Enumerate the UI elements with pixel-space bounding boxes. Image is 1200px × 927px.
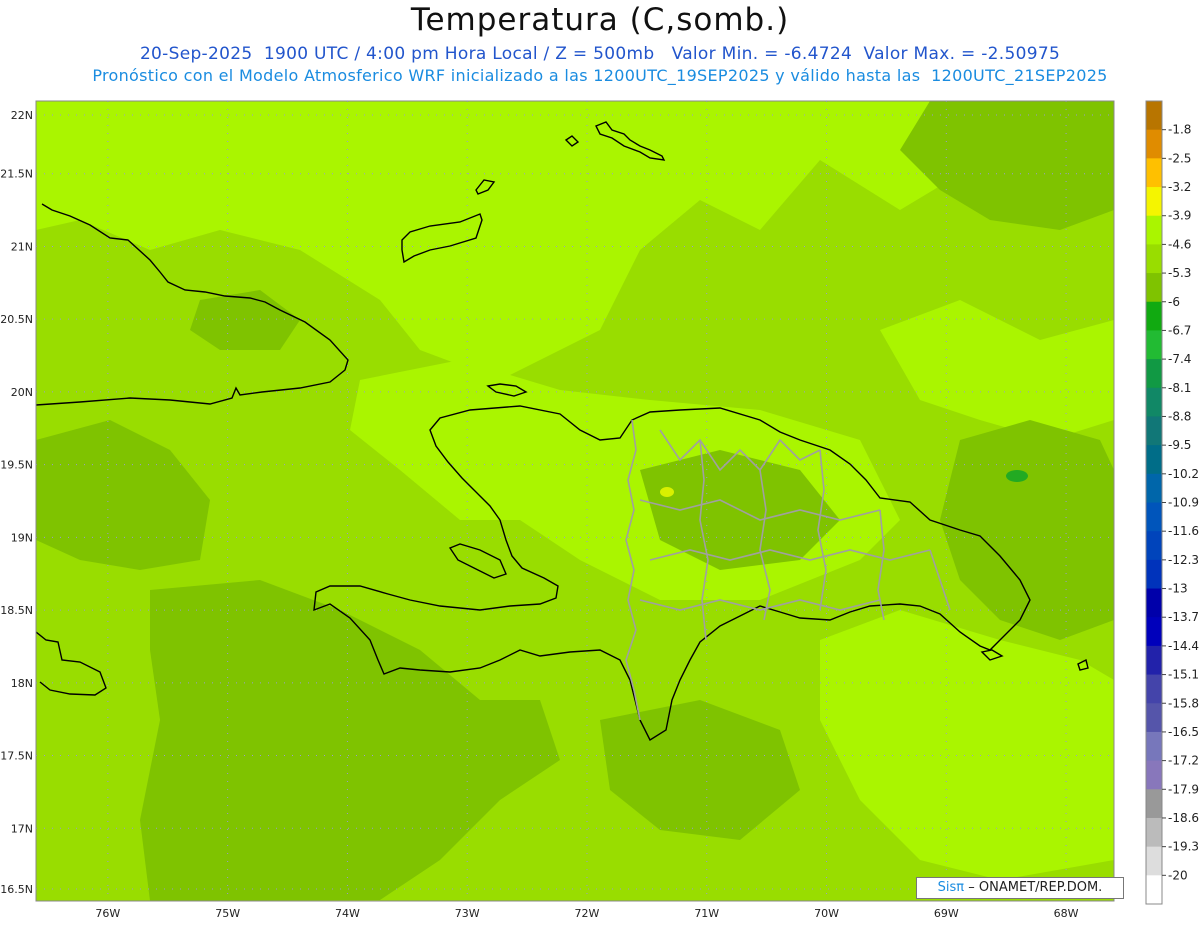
credit-box: Sisπ – ONAMET/REP.DOM. <box>916 877 1124 899</box>
lat-tick-label: 21N <box>11 240 33 253</box>
lat-tick-label: 17.5N <box>0 750 33 763</box>
colorbar-label: -13.7 <box>1168 610 1199 624</box>
lon-tick-label: 71W <box>694 907 719 920</box>
lon-tick-label: 75W <box>215 907 240 920</box>
colorbar-swatch <box>1146 187 1162 217</box>
colorbar-swatch <box>1146 359 1162 389</box>
lat-tick-label: 20N <box>11 386 33 399</box>
colorbar-label: -8.8 <box>1168 409 1191 423</box>
lat-tick-label: 18N <box>11 677 33 690</box>
colorbar-label: -5.3 <box>1168 266 1191 280</box>
lat-tick-label: 20.5N <box>0 313 33 326</box>
colorbar-label: -19.3 <box>1168 840 1199 854</box>
colorbar-label: -12.3 <box>1168 553 1199 567</box>
lat-tick-label: 21.5N <box>0 168 33 181</box>
colorbar-label: -7.4 <box>1168 352 1191 366</box>
colorbar-swatch <box>1146 731 1162 762</box>
colorbar-label: -20 <box>1168 868 1188 882</box>
colorbar-swatch <box>1146 215 1162 245</box>
lon-tick-label: 76W <box>95 907 120 920</box>
colorbar-label: -18.6 <box>1168 811 1199 825</box>
colorbar-label: -8.1 <box>1168 381 1191 395</box>
colorbar-label: -6.7 <box>1168 323 1191 337</box>
lat-tick-label: 19.5N <box>0 459 33 472</box>
colorbar-label: -13 <box>1168 582 1188 596</box>
latitude-labels: 22N 21.5N 21N 20.5N 20N 19.5N 19N 18.5N 18N 17.5N… <box>0 109 33 896</box>
colorbar-swatch <box>1146 817 1162 848</box>
colorbar-swatch <box>1146 387 1162 417</box>
lat-tick-label: 16.5N <box>0 883 33 896</box>
colorbar-swatch <box>1146 445 1162 475</box>
credit-text: – ONAMET/REP.DOM. <box>968 880 1103 895</box>
colorbar-label: -4.6 <box>1168 237 1191 251</box>
colorbar-swatch <box>1146 617 1162 647</box>
colorbar-label: -1.8 <box>1168 123 1191 137</box>
colorbar-label: -17.9 <box>1168 782 1199 796</box>
warm-spot <box>660 487 674 497</box>
colorbar-label: -2.5 <box>1168 151 1191 165</box>
longitude-labels: 76W 75W 74W 73W 72W 71W 70W 69W 68W <box>95 907 1078 920</box>
colorbar-swatch <box>1146 588 1162 618</box>
cold-spot <box>1006 470 1028 482</box>
colorbar-swatch <box>1146 330 1162 360</box>
colorbar-swatch <box>1146 703 1162 733</box>
colorbar-label: -3.9 <box>1168 209 1191 223</box>
sisp-logo-text: Sisπ <box>937 880 965 895</box>
lon-tick-label: 69W <box>934 907 959 920</box>
colorbar-swatch <box>1146 645 1162 676</box>
lon-tick-label: 70W <box>814 907 839 920</box>
colorbar-label: -16.5 <box>1168 725 1199 739</box>
colorbar-swatch <box>1146 502 1162 532</box>
map-canvas: 22N 21.5N 21N 20.5N 20N 19.5N 19N 18.5N 18N 17.5N… <box>0 100 1199 920</box>
colorbar-swatch <box>1146 273 1162 303</box>
colorbar-label: -15.8 <box>1168 696 1199 710</box>
colorbar-label: -14.4 <box>1168 639 1199 653</box>
colorbar-swatch <box>1146 244 1162 274</box>
colorbar-label: -3.2 <box>1168 180 1191 194</box>
lon-tick-label: 74W <box>335 907 360 920</box>
colorbar-label: -9.5 <box>1168 438 1191 452</box>
colorbar-swatch <box>1146 789 1162 819</box>
colorbar-label: -15.1 <box>1168 668 1199 682</box>
colorbar-label: -17.2 <box>1168 754 1199 768</box>
lat-tick-label: 19N <box>11 531 33 544</box>
colorbar-swatch <box>1146 473 1162 503</box>
colorbar-swatch <box>1146 416 1162 446</box>
colorbar-label: -10.2 <box>1168 467 1199 481</box>
lon-tick-label: 68W <box>1054 907 1079 920</box>
colorbar-swatch <box>1146 674 1162 704</box>
colorbar-swatch <box>1146 875 1162 905</box>
colorbar-swatch <box>1146 846 1162 876</box>
colorbar-label: -10.9 <box>1168 496 1199 510</box>
colorbar-swatch <box>1146 129 1162 159</box>
colorbar-swatch <box>1146 531 1162 561</box>
lat-tick-label: 18.5N <box>0 604 33 617</box>
colorbar-swatch <box>1146 101 1162 131</box>
colorbar-label: -11.6 <box>1168 524 1199 538</box>
lon-tick-label: 72W <box>575 907 600 920</box>
lon-tick-label: 73W <box>455 907 480 920</box>
colorbar: -1.8 -2.5 -3.2 -3.9 -4.6 -5.3 -6 -6.7 -7.4 -8.1 -8… <box>1145 100 1199 905</box>
colorbar-swatch <box>1146 760 1162 790</box>
colorbar-swatch <box>1146 559 1162 590</box>
lat-tick-label: 22N <box>11 109 33 122</box>
colorbar-swatch <box>1146 301 1162 331</box>
lat-tick-label: 17N <box>11 822 33 835</box>
colorbar-label: -6 <box>1168 295 1180 309</box>
colorbar-swatch <box>1146 158 1162 188</box>
